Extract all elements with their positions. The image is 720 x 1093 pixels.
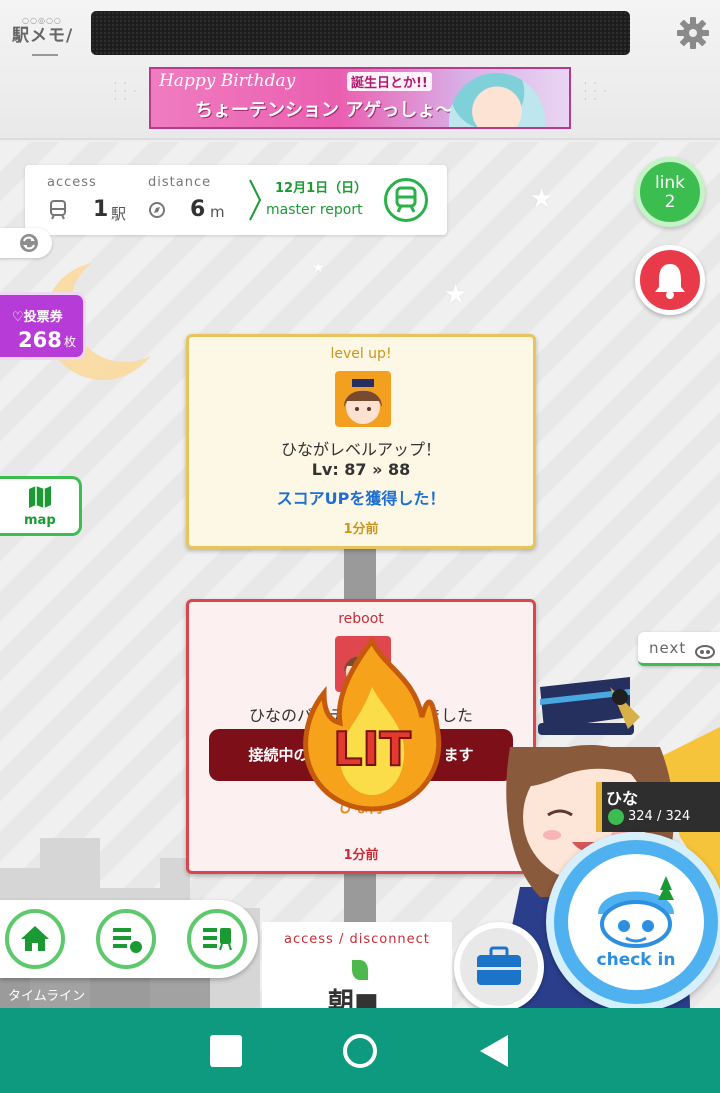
check-in-button[interactable]: check in bbox=[546, 832, 720, 1008]
star-icon: ★ bbox=[312, 260, 325, 276]
card-message: ひながレベルアップ！ bbox=[280, 440, 441, 459]
app-header: ○○◎○○ 駅メモ/ · · · · · · · Happy Birthday 誕生… bbox=[0, 0, 720, 140]
station-list-icon bbox=[203, 928, 232, 951]
train-icon bbox=[395, 186, 417, 213]
link-count: 2 bbox=[664, 192, 676, 212]
map-button[interactable]: map bbox=[0, 476, 82, 536]
banner-dots-right: · · · · · · · bbox=[584, 79, 609, 105]
logo-text: 駅メモ/ bbox=[12, 26, 74, 46]
vote-ticket-unit: 枚 bbox=[64, 335, 77, 349]
timeline-label: タイムライン bbox=[8, 989, 86, 1004]
refresh-button[interactable] bbox=[0, 228, 52, 258]
character-status: ひな 324 / 324 bbox=[596, 782, 720, 832]
access-unit: 駅 bbox=[111, 205, 127, 223]
check-in-face: check in bbox=[568, 854, 704, 990]
system-navigation-bar bbox=[0, 1008, 720, 1093]
leaf-icon bbox=[352, 960, 368, 980]
logo-dots: ○○◎○○ bbox=[22, 16, 62, 25]
distance-value: 6 bbox=[190, 197, 206, 222]
station-list-button[interactable] bbox=[187, 909, 247, 969]
banner-subtitle: 誕生日とか!! bbox=[347, 72, 432, 91]
main-field: ★ ★ ★ access 1 駅 distance 6 m 12月1日（日） m… bbox=[0, 142, 720, 1008]
vote-ticket-button[interactable]: ♡投票券 268 枚 bbox=[0, 292, 86, 360]
hp-icon bbox=[608, 809, 624, 825]
report-date: 12月1日（日） bbox=[275, 181, 368, 196]
refresh-icon bbox=[20, 234, 38, 252]
event-banner[interactable]: Happy Birthday 誕生日とか!! ちょーテンション アゲっしょ〜↑↑ bbox=[149, 67, 571, 129]
banner-character-image bbox=[449, 73, 545, 127]
banner-happy-birthday: Happy Birthday bbox=[159, 71, 296, 91]
logo-underline bbox=[32, 48, 58, 56]
compass-icon bbox=[149, 202, 165, 218]
recent-apps-icon[interactable] bbox=[209, 1034, 243, 1068]
vote-ticket-count: 268 bbox=[18, 328, 62, 352]
moon-decoration bbox=[70, 252, 180, 362]
gear-icon[interactable] bbox=[676, 16, 710, 50]
train-icon bbox=[50, 200, 66, 220]
home-button[interactable] bbox=[5, 909, 65, 969]
map-label: map bbox=[24, 513, 56, 528]
card-tag: level up! bbox=[330, 346, 392, 362]
access-label: access bbox=[47, 175, 97, 190]
link-label: link bbox=[654, 173, 686, 193]
access-disconnect-label: access / disconnect bbox=[284, 932, 430, 947]
notification-button[interactable] bbox=[635, 245, 705, 315]
home-icon bbox=[21, 926, 49, 951]
timeline-button[interactable] bbox=[96, 909, 156, 969]
character-name: ひな bbox=[606, 789, 639, 808]
link-button[interactable]: link 2 bbox=[635, 157, 705, 227]
list-icon bbox=[113, 928, 142, 953]
fire-sticker: LIT bbox=[303, 637, 442, 812]
master-report-button[interactable] bbox=[384, 178, 428, 222]
map-icon bbox=[29, 486, 51, 508]
back-icon[interactable] bbox=[479, 1034, 509, 1068]
character-hp: 324 / 324 bbox=[628, 809, 691, 824]
chevron-right-icon bbox=[249, 179, 262, 221]
distance-label: distance bbox=[148, 175, 212, 190]
inventory-button[interactable] bbox=[454, 922, 544, 1008]
level-up-card[interactable]: level up! ひながレベルアップ！ Lv: 87 » 88 スコアUPを獲… bbox=[186, 334, 536, 549]
avatar bbox=[335, 371, 391, 427]
star-icon: ★ bbox=[530, 184, 554, 214]
bell-icon bbox=[655, 264, 685, 299]
star-icon: ★ bbox=[444, 280, 468, 310]
card-level: Lv: 87 » 88 bbox=[311, 460, 411, 479]
card-tag: reboot bbox=[338, 611, 384, 627]
info-ticker-bar bbox=[91, 11, 630, 55]
distance-unit: m bbox=[210, 203, 225, 221]
home-circle-icon[interactable] bbox=[342, 1033, 378, 1069]
card-time: 1分前 bbox=[343, 522, 379, 537]
app-logo[interactable]: ○○◎○○ 駅メモ/ bbox=[12, 16, 80, 60]
access-time-label: 朝■ bbox=[328, 988, 379, 1008]
card-reward: スコアUPを獲得した！ bbox=[276, 489, 446, 508]
master-report-link[interactable]: master report bbox=[266, 202, 363, 218]
banner-dots-left: · · · · · · · bbox=[114, 79, 139, 105]
vote-ticket-label: ♡投票券 bbox=[12, 310, 63, 325]
briefcase-icon bbox=[477, 946, 521, 985]
check-in-label: check in bbox=[596, 950, 676, 970]
access-disconnect-panel: access / disconnect 朝■ bbox=[262, 922, 452, 1008]
banner-title: ちょーテンション アゲっしょ〜↑↑ bbox=[195, 100, 484, 121]
bottom-nav bbox=[0, 900, 258, 978]
access-value: 1 bbox=[93, 197, 109, 222]
access-stats-card: access 1 駅 distance 6 m 12月1日（日） master … bbox=[25, 165, 447, 235]
fire-text: LIT bbox=[333, 722, 411, 776]
